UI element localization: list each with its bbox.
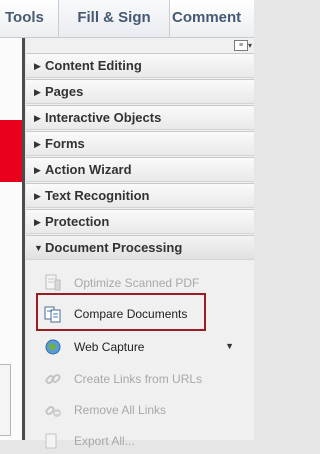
section-interactive-objects[interactable]: ▶ Interactive Objects [26,105,254,130]
document-view [0,38,25,440]
item-label: Web Capture [74,340,145,354]
item-label: Create Links from URLs [74,372,203,386]
section-label: Document Processing [45,240,183,255]
tab-fill-and-sign[interactable]: Fill & Sign [58,0,170,37]
section-text-recognition[interactable]: ▶ Text Recognition [26,183,254,208]
task-toolbar: Tools Fill & Sign Comment [0,0,254,38]
tab-comment[interactable]: Comment [172,0,241,37]
collapsed-arrow-icon: ▶ [34,139,41,149]
create-links-item[interactable]: Create Links from URLs [38,366,248,392]
collapsed-arrow-icon: ▶ [34,61,41,71]
section-action-wizard[interactable]: ▶ Action Wizard [26,157,254,182]
collapsed-arrow-icon: ▶ [34,87,41,97]
link-icon [45,373,61,385]
expanded-arrow-icon: ▼ [34,243,43,253]
submenu-arrow-icon[interactable]: ▼ [225,341,234,351]
section-label: Action Wizard [45,162,132,177]
section-label: Pages [45,84,84,99]
item-label: Optimize Scanned PDF [74,276,200,290]
panel-options-bar: ≡ [26,38,254,53]
optimize-scan-icon [45,274,61,291]
section-label: Protection [45,214,110,229]
selection-highlight [36,293,206,331]
tools-panel: ≡ ▶ Content Editing ▶ Pages ▶ Interactiv… [26,38,254,449]
item-label: Export All... [74,434,135,448]
section-label: Interactive Objects [45,110,162,125]
export-icon [45,433,57,449]
document-box [0,364,11,436]
section-content-editing[interactable]: ▶ Content Editing [26,53,254,78]
section-label: Content Editing [45,58,142,73]
collapsed-arrow-icon: ▶ [34,217,41,227]
section-document-processing[interactable]: ▼ Document Processing [26,235,254,260]
remove-all-links-item[interactable]: Remove All Links [38,397,248,423]
export-all-item[interactable]: Export All... [38,428,248,454]
collapsed-arrow-icon: ▶ [34,113,41,123]
web-capture-item[interactable]: Web Capture ▼ [38,334,248,360]
section-pages[interactable]: ▶ Pages [26,79,254,104]
collapsed-arrow-icon: ▶ [34,191,41,201]
panel-options-icon[interactable]: ≡ [234,40,252,51]
collapsed-arrow-icon: ▶ [34,165,41,175]
document-red-graphic [0,120,22,182]
tab-tools[interactable]: Tools [5,0,44,37]
section-label: Forms [45,136,85,151]
section-protection[interactable]: ▶ Protection [26,209,254,234]
section-forms[interactable]: ▶ Forms [26,131,254,156]
section-label: Text Recognition [45,188,150,203]
item-label: Remove All Links [74,403,167,417]
unlink-icon [45,405,61,417]
globe-icon [45,339,61,355]
